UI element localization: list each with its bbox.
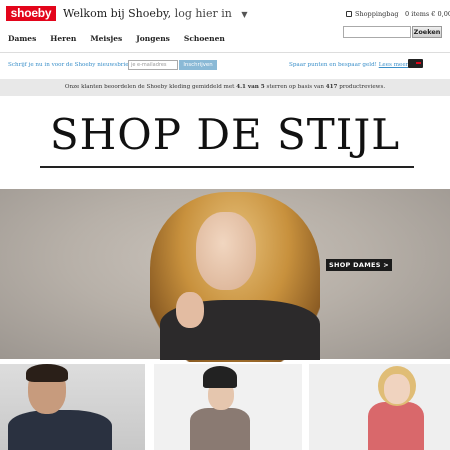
tile-jongens-model-hat: [203, 366, 237, 388]
divider: [0, 52, 450, 53]
headline-underline: [40, 166, 414, 168]
review-prefix: Onze klanten beoordelen de Shoeby kledin…: [64, 84, 235, 90]
read-more-link[interactable]: Lees meer: [379, 62, 409, 68]
search-input[interactable]: [343, 26, 411, 38]
nav-item-schoenen[interactable]: Schoenen: [184, 34, 225, 43]
review-middle: sterren op basis van: [266, 84, 324, 90]
review-suffix: productreviews.: [339, 84, 386, 90]
newsletter-email-field[interactable]: je e-mailadres: [128, 60, 178, 70]
shop-dames-button[interactable]: SHOP DAMES >: [326, 259, 392, 271]
nav-item-meisjes[interactable]: Meisjes: [90, 34, 122, 43]
login-link[interactable]: log hier in: [175, 7, 232, 20]
tile-heren-model-body: [8, 410, 112, 450]
loyalty-promo: Spaar punten en bespaar geld! Lees meer: [289, 62, 408, 68]
hero-model-face: [196, 212, 256, 290]
loyalty-card-icon: [408, 59, 423, 68]
shoeby-logo[interactable]: shoeby: [6, 6, 56, 21]
shoppingbag-label: Shoppingbag: [355, 10, 399, 18]
review-bar: Onze klanten beoordelen de Shoeby kledin…: [0, 79, 450, 96]
review-count: 417: [325, 84, 338, 90]
hero-model-hand: [176, 292, 204, 328]
search-button[interactable]: Zoeken: [412, 26, 442, 38]
welcome-message: Welkom bij Shoeby, log hier in ▼: [63, 7, 247, 20]
nav-item-heren[interactable]: Heren: [50, 34, 76, 43]
newsletter-text: Schrijf je nu in voor de Shoeby nieuwsbr…: [8, 62, 133, 68]
loyalty-text: Spaar punten en bespaar geld!: [289, 62, 377, 68]
welcome-text: Welkom bij Shoeby,: [63, 7, 172, 20]
chevron-down-icon[interactable]: ▼: [241, 10, 247, 19]
page-headline: SHOP DE STIJL: [49, 110, 401, 159]
cart-summary: 0 items € 0,00: [405, 10, 450, 18]
main-nav: Dames Heren Meisjes Jongens Schoenen: [8, 34, 225, 43]
tile-jongens-model-body: [190, 408, 250, 450]
nav-item-dames[interactable]: Dames: [8, 34, 36, 43]
tile-heren-model-hair: [26, 364, 68, 382]
review-score: 4.1 van 5: [236, 84, 265, 90]
shoppingbag-link[interactable]: Shoppingbag: [346, 10, 399, 18]
tile-meisjes-model-body: [368, 402, 424, 450]
nav-item-jongens[interactable]: Jongens: [136, 34, 170, 43]
newsletter-subscribe-button[interactable]: Inschrijven: [179, 60, 217, 70]
tile-meisjes-model-face: [384, 374, 410, 404]
bag-icon: [346, 11, 352, 17]
